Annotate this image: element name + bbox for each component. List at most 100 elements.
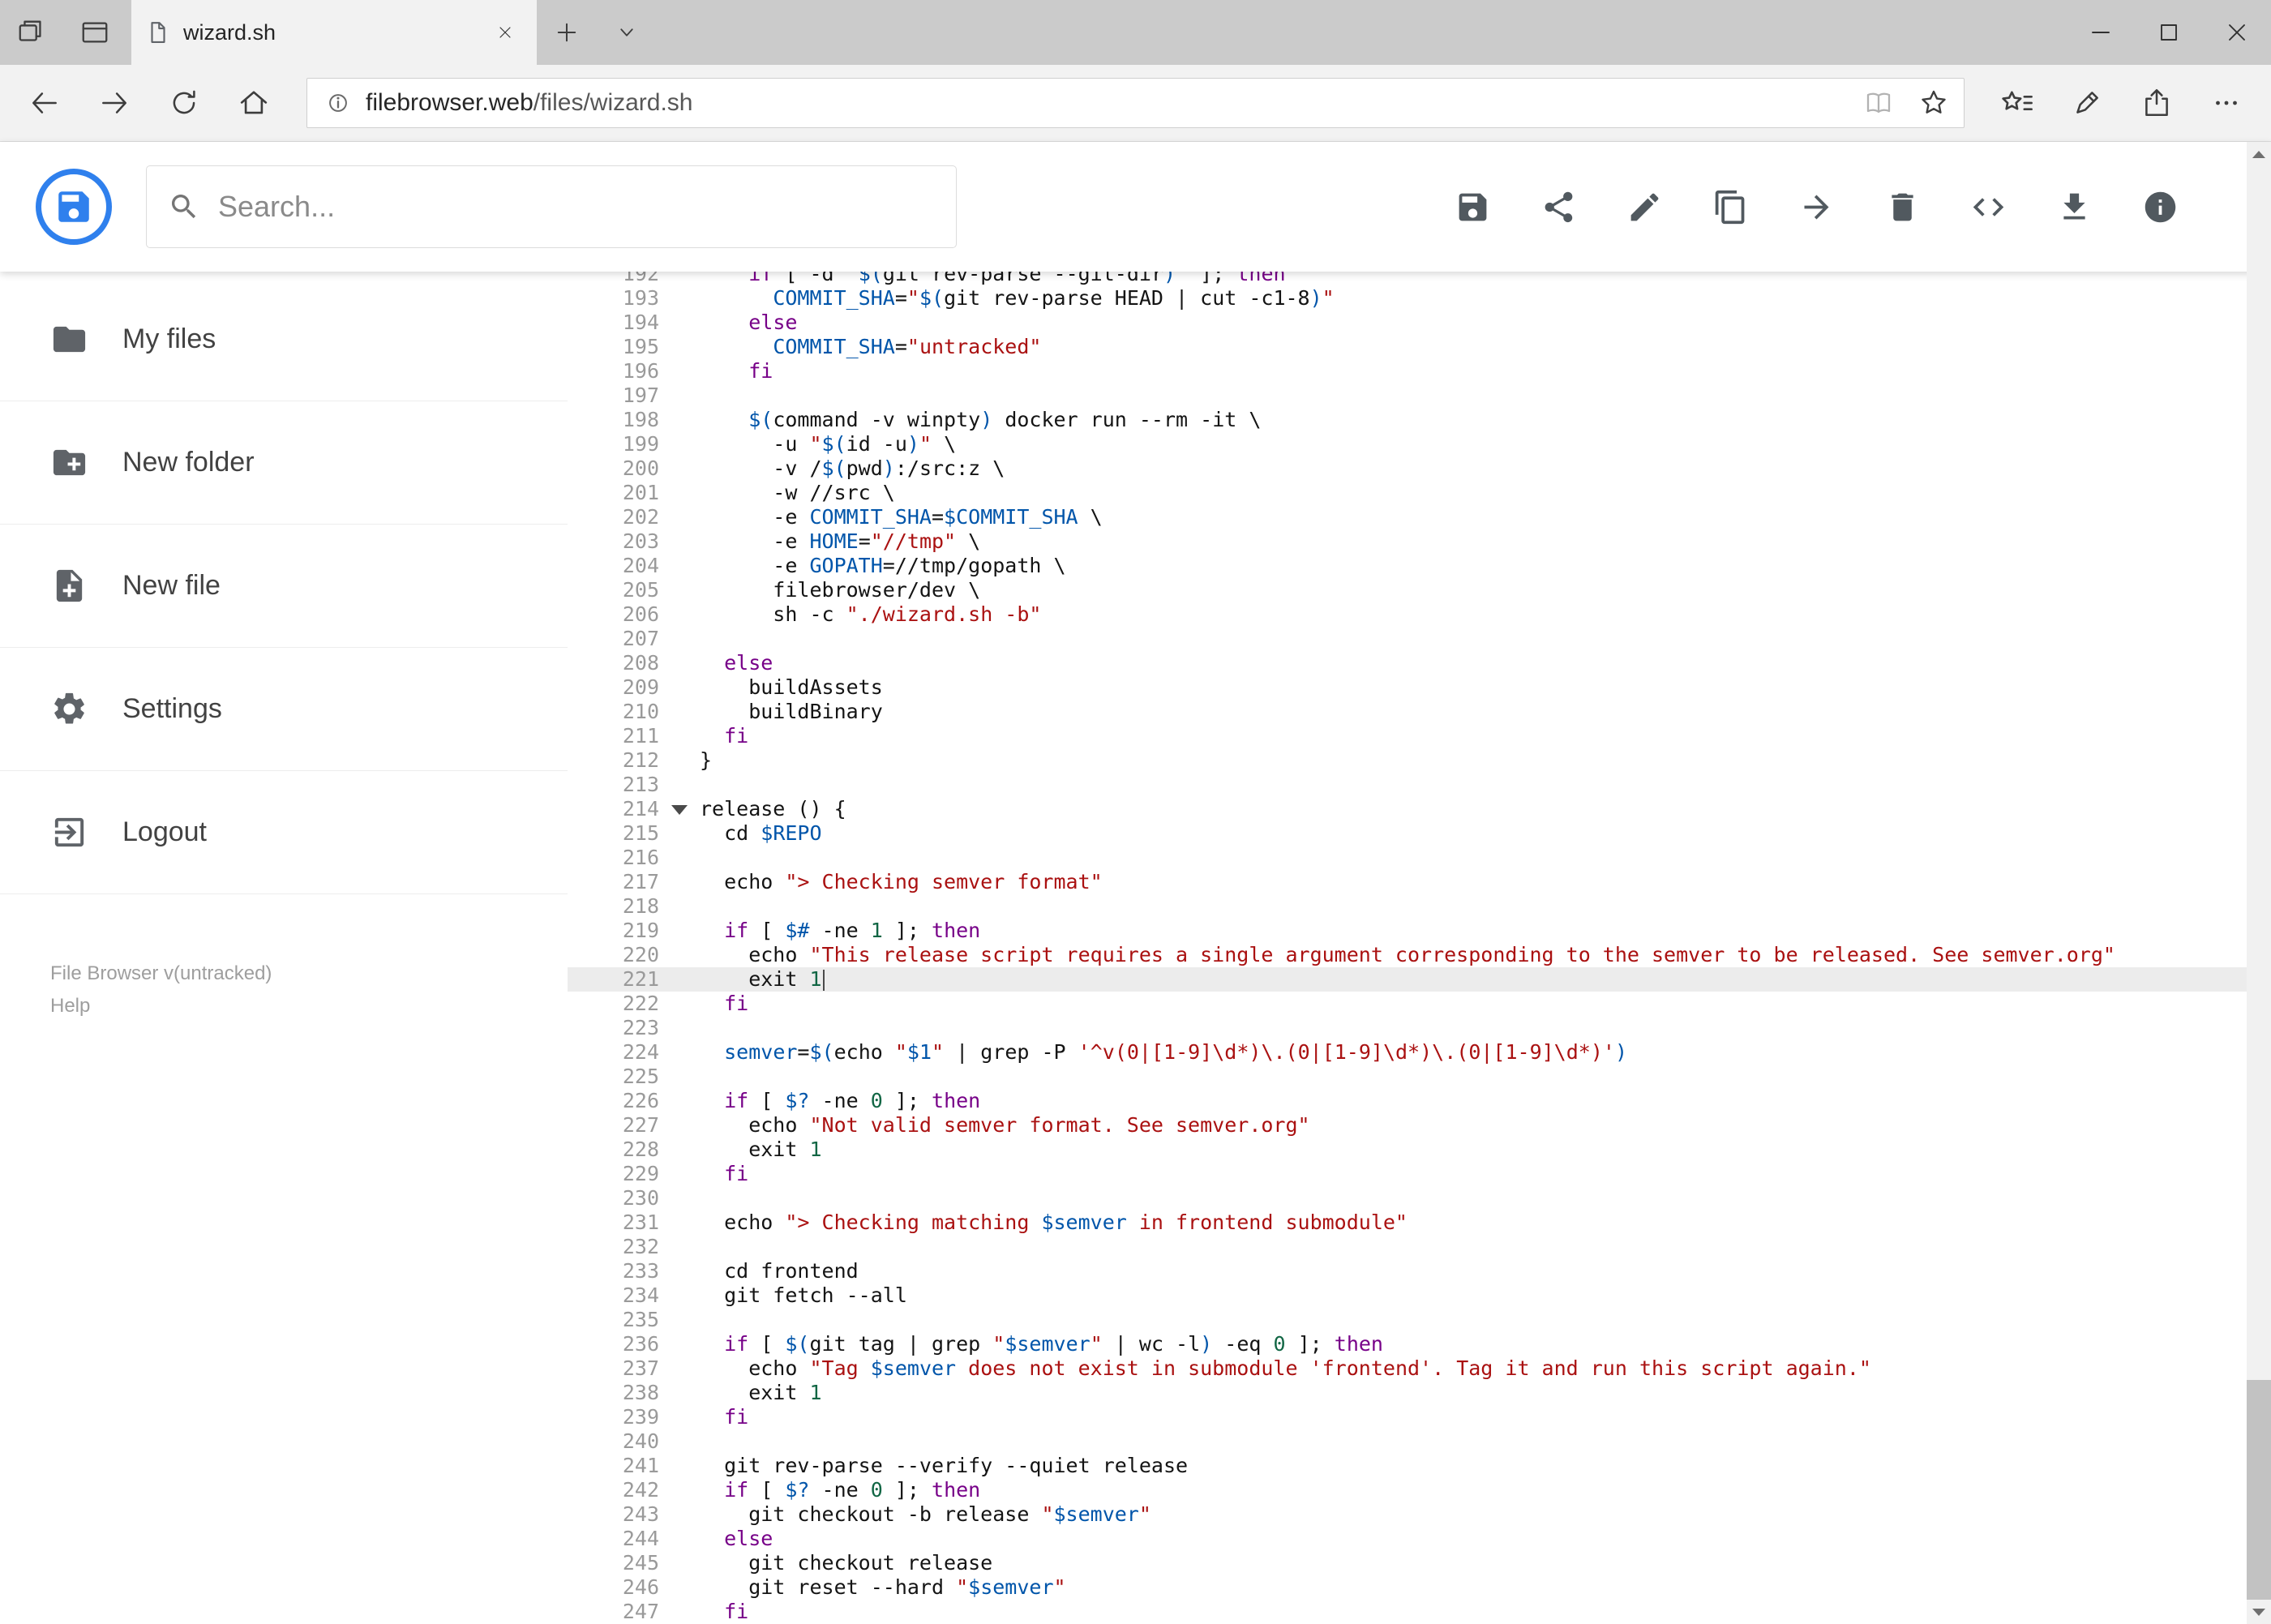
filebrowser-logo-icon[interactable] <box>36 169 112 245</box>
tabs-set-aside-icon[interactable] <box>0 0 63 65</box>
code-line-233[interactable]: 233 cd frontend <box>568 1259 2271 1283</box>
code-line-227[interactable]: 227 echo "Not valid semver format. See s… <box>568 1113 2271 1138</box>
maximize-button[interactable] <box>2135 0 2203 65</box>
code-line-226[interactable]: 226 if [ $? -ne 0 ]; then <box>568 1089 2271 1113</box>
code-line-193[interactable]: 193 COMMIT_SHA="$(git rev-parse HEAD | c… <box>568 286 2271 311</box>
code-line-242[interactable]: 242 if [ $? -ne 0 ]; then <box>568 1478 2271 1502</box>
code-line-212[interactable]: 212} <box>568 748 2271 773</box>
code-line-206[interactable]: 206 sh -c "./wizard.sh -b" <box>568 602 2271 627</box>
scroll-down-icon[interactable] <box>2247 1600 2271 1624</box>
sidebar-item-new-folder[interactable]: New folder <box>0 401 568 525</box>
copy-button[interactable] <box>1687 165 1773 249</box>
code-line-216[interactable]: 216 <box>568 846 2271 870</box>
code-line-218[interactable]: 218 <box>568 894 2271 919</box>
code-line-232[interactable]: 232 <box>568 1235 2271 1259</box>
code-line-204[interactable]: 204 -e GOPATH=//tmp/gopath \ <box>568 554 2271 578</box>
rename-pencil-button[interactable] <box>1601 165 1687 249</box>
download-button[interactable] <box>2031 165 2117 249</box>
page-scrollbar[interactable] <box>2247 142 2271 1624</box>
tab-close-icon[interactable] <box>488 15 522 49</box>
code-line-214[interactable]: 214 release () { <box>568 797 2271 821</box>
close-button[interactable] <box>2203 0 2271 65</box>
forward-button[interactable] <box>79 72 149 134</box>
search-box[interactable] <box>146 165 957 248</box>
sidebar-item-logout[interactable]: Logout <box>0 771 568 894</box>
code-line-221[interactable]: 221 exit 1 <box>568 967 2271 992</box>
sidebar-item-new-file[interactable]: New file <box>0 525 568 648</box>
code-line-207[interactable]: 207 <box>568 627 2271 651</box>
code-line-197[interactable]: 197 <box>568 384 2271 408</box>
code-line-236[interactable]: 236 if [ $(git tag | grep "$semver" | wc… <box>568 1332 2271 1356</box>
code-line-213[interactable]: 213 <box>568 773 2271 797</box>
save-button[interactable] <box>1429 165 1515 249</box>
share-file-button[interactable] <box>1515 165 1601 249</box>
move-arrow-button[interactable] <box>1773 165 1859 249</box>
address-bar[interactable]: filebrowser.web/files/wizard.sh <box>306 78 1965 128</box>
code-line-217[interactable]: 217 echo "> Checking semver format" <box>568 870 2271 894</box>
code-line-241[interactable]: 241 git rev-parse --verify --quiet relea… <box>568 1454 2271 1478</box>
code-line-209[interactable]: 209 buildAssets <box>568 675 2271 700</box>
more-options-icon[interactable] <box>2192 72 2261 134</box>
code-line-205[interactable]: 205 filebrowser/dev \ <box>568 578 2271 602</box>
fold-marker-icon[interactable] <box>659 797 700 821</box>
code-line-225[interactable]: 225 <box>568 1065 2271 1089</box>
refresh-button[interactable] <box>149 72 219 134</box>
code-line-219[interactable]: 219 if [ $# -ne 1 ]; then <box>568 919 2271 943</box>
code-line-234[interactable]: 234 git fetch --all <box>568 1283 2271 1308</box>
code-line-200[interactable]: 200 -v /$(pwd):/src:z \ <box>568 456 2271 481</box>
code-line-243[interactable]: 243 git checkout -b release "$semver" <box>568 1502 2271 1527</box>
code-line-239[interactable]: 239 fi <box>568 1405 2271 1429</box>
code-line-195[interactable]: 195 COMMIT_SHA="untracked" <box>568 335 2271 359</box>
code-line-220[interactable]: 220 echo "This release script requires a… <box>568 943 2271 967</box>
favorites-hub-icon[interactable] <box>1982 72 2052 134</box>
favorite-star-icon[interactable] <box>1910 81 1957 125</box>
tab-list-chevron-icon[interactable] <box>597 0 657 65</box>
sidebar-item-settings[interactable]: Settings <box>0 648 568 771</box>
site-info-icon[interactable] <box>319 84 358 122</box>
sidebar-item-my-files[interactable]: My files <box>0 278 568 401</box>
code-line-210[interactable]: 210 buildBinary <box>568 700 2271 724</box>
tab-preview-icon[interactable] <box>63 0 126 65</box>
code-line-208[interactable]: 208 else <box>568 651 2271 675</box>
delete-trash-button[interactable] <box>1859 165 1945 249</box>
code-line-223[interactable]: 223 <box>568 1016 2271 1040</box>
code-line-240[interactable]: 240 <box>568 1429 2271 1454</box>
reading-view-icon[interactable] <box>1855 81 1902 125</box>
code-line-246[interactable]: 246 git reset --hard "$semver" <box>568 1575 2271 1600</box>
web-note-pen-icon[interactable] <box>2052 72 2122 134</box>
scrollbar-thumb[interactable] <box>2247 1380 2271 1600</box>
code-editor[interactable]: 192 if [ -d "$(git rev-parse --git-dir)"… <box>568 272 2271 1624</box>
code-line-196[interactable]: 196 fi <box>568 359 2271 384</box>
code-line-222[interactable]: 222 fi <box>568 992 2271 1016</box>
back-button[interactable] <box>10 72 79 134</box>
code-line-229[interactable]: 229 fi <box>568 1162 2271 1186</box>
code-line-235[interactable]: 235 <box>568 1308 2271 1332</box>
home-button[interactable] <box>219 72 289 134</box>
search-input[interactable] <box>218 190 935 224</box>
code-line-203[interactable]: 203 -e HOME="//tmp" \ <box>568 529 2271 554</box>
code-line-201[interactable]: 201 -w //src \ <box>568 481 2271 505</box>
minimize-button[interactable] <box>2067 0 2135 65</box>
code-line-238[interactable]: 238 exit 1 <box>568 1381 2271 1405</box>
code-line-211[interactable]: 211 fi <box>568 724 2271 748</box>
code-line-237[interactable]: 237 echo "Tag $semver does not exist in … <box>568 1356 2271 1381</box>
help-link[interactable]: Help <box>50 990 568 1022</box>
code-line-231[interactable]: 231 echo "> Checking matching $semver in… <box>568 1211 2271 1235</box>
code-line-228[interactable]: 228 exit 1 <box>568 1138 2271 1162</box>
code-line-215[interactable]: 215 cd $REPO <box>568 821 2271 846</box>
code-line-198[interactable]: 198 $(command -v winpty) docker run --rm… <box>568 408 2271 432</box>
code-brackets-button[interactable] <box>1945 165 2031 249</box>
code-line-244[interactable]: 244 else <box>568 1527 2271 1551</box>
code-line-194[interactable]: 194 else <box>568 311 2271 335</box>
code-line-192[interactable]: 192 if [ -d "$(git rev-parse --git-dir)"… <box>568 272 2271 286</box>
info-button[interactable] <box>2117 165 2203 249</box>
browser-tab[interactable]: wizard.sh <box>131 0 537 65</box>
code-line-247[interactable]: 247 fi <box>568 1600 2271 1624</box>
new-tab-button[interactable] <box>537 0 597 65</box>
code-line-245[interactable]: 245 git checkout release <box>568 1551 2271 1575</box>
scroll-up-icon[interactable] <box>2247 142 2271 166</box>
code-line-230[interactable]: 230 <box>568 1186 2271 1211</box>
code-line-199[interactable]: 199 -u "$(id -u)" \ <box>568 432 2271 456</box>
code-line-202[interactable]: 202 -e COMMIT_SHA=$COMMIT_SHA \ <box>568 505 2271 529</box>
share-icon[interactable] <box>2122 72 2192 134</box>
